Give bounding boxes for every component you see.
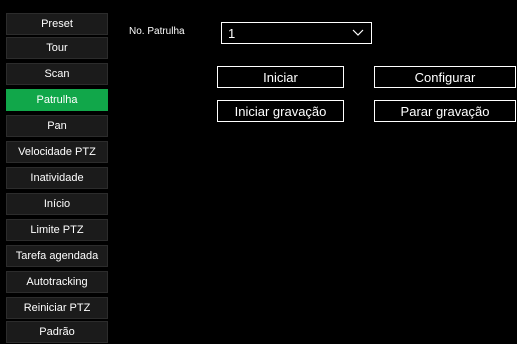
sidebar-item-inicio[interactable]: Início xyxy=(6,193,108,215)
configure-button[interactable]: Configurar xyxy=(374,66,516,88)
chevron-down-icon xyxy=(351,26,365,43)
start-button[interactable]: Iniciar xyxy=(217,66,344,88)
sidebar-item-pan[interactable]: Pan xyxy=(6,115,108,137)
sidebar-item-label: Tarefa agendada xyxy=(15,250,99,262)
sidebar-item-label: Padrão xyxy=(39,326,75,338)
sidebar-item-padrao[interactable]: Padrão xyxy=(6,321,108,343)
patrol-number-select[interactable]: 1 xyxy=(221,22,372,44)
sidebar-item-label: Limite PTZ xyxy=(30,224,84,236)
sidebar-item-label: Preset xyxy=(41,18,73,30)
sidebar-item-tour[interactable]: Tour xyxy=(6,37,108,59)
sidebar-item-velocidade-ptz[interactable]: Velocidade PTZ xyxy=(6,141,108,163)
patrol-number-value: 1 xyxy=(228,25,236,41)
sidebar-item-label: Reiniciar PTZ xyxy=(23,302,91,314)
sidebar-item-label: Tour xyxy=(46,42,68,54)
sidebar-item-scan[interactable]: Scan xyxy=(6,63,108,85)
sidebar-item-reiniciar-ptz[interactable]: Reiniciar PTZ xyxy=(6,297,108,319)
patrol-number-label: No. Patrulha xyxy=(129,26,185,37)
sidebar-item-label: Velocidade PTZ xyxy=(18,146,96,158)
sidebar-item-autotracking[interactable]: Autotracking xyxy=(6,271,108,293)
start-recording-button[interactable]: Iniciar gravação xyxy=(217,100,344,122)
sidebar-item-inatividade[interactable]: Inatividade xyxy=(6,167,108,189)
sidebar-item-label: Início xyxy=(43,198,71,210)
sidebar-item-patrulha[interactable]: Patrulha xyxy=(6,89,108,111)
sidebar-item-label: Patrulha xyxy=(36,94,78,106)
sidebar-item-preset[interactable]: Preset xyxy=(6,13,108,35)
sidebar-item-label: Autotracking xyxy=(26,276,88,288)
ptz-sidebar: Preset Tour Scan Patrulha Pan Velocidade… xyxy=(0,0,113,344)
sidebar-item-limite-ptz[interactable]: Limite PTZ xyxy=(6,219,108,241)
sidebar-item-label: Pan xyxy=(47,120,67,132)
sidebar-item-label: Inatividade xyxy=(30,172,84,184)
stop-recording-button[interactable]: Parar gravação xyxy=(374,100,516,122)
sidebar-item-tarefa-agendada[interactable]: Tarefa agendada xyxy=(6,245,108,267)
sidebar-item-label: Scan xyxy=(44,68,70,80)
